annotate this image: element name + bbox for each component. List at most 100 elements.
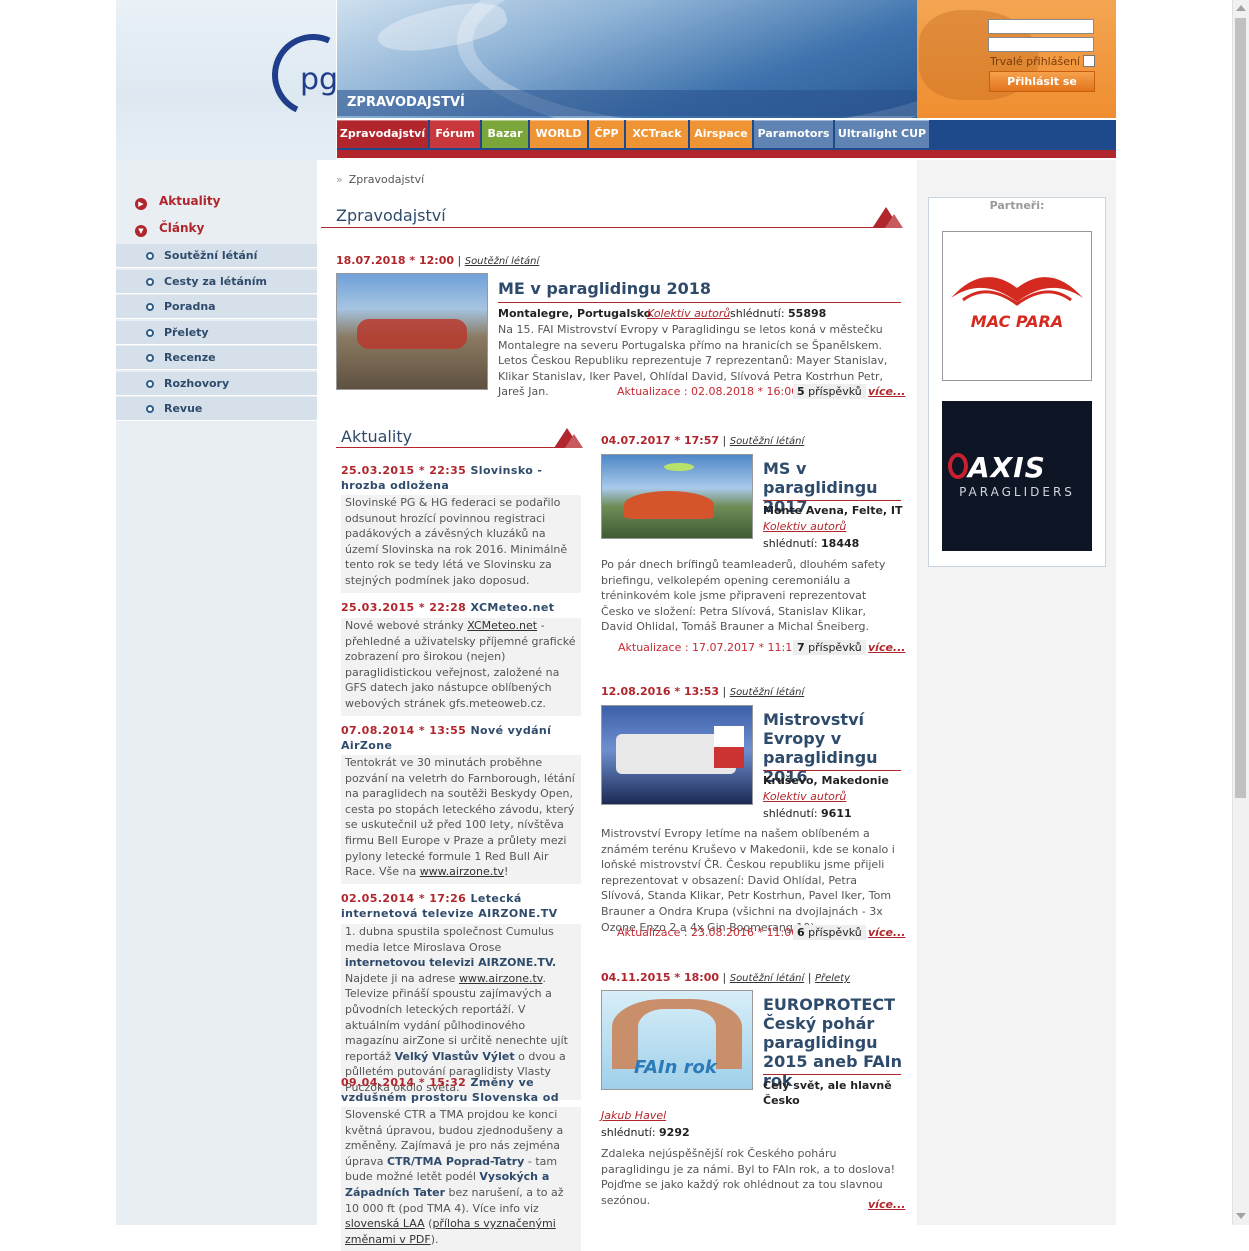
- flying-paraglider-shape: [664, 463, 694, 471]
- page-title: Zpravodajství: [336, 206, 446, 225]
- news-item-text: Tentokrát ve 30 minutách proběhne pozván…: [341, 755, 581, 884]
- article-author-link[interactable]: Jakub Havel: [601, 1109, 666, 1122]
- scrollbar-thumb[interactable]: [1235, 18, 1246, 798]
- featured-meta: 18.07.2018 * 12:00 | Soutěžní létání: [336, 254, 540, 267]
- remember-label: Trvalé přihlášení: [989, 55, 1080, 68]
- article-place: Kruševo, Makedonie: [763, 774, 889, 787]
- title-underline: [321, 227, 901, 228]
- article-image[interactable]: [601, 705, 753, 805]
- article-title-line: [763, 770, 901, 771]
- article-more-link[interactable]: více...: [868, 641, 905, 654]
- article-meta: 12.08.2016 * 13:53 | Soutěžní létání: [601, 685, 805, 698]
- banner-title: ZPRAVODAJSTVÍ: [337, 90, 917, 116]
- news-item-text: Nové webové stránky XCMeteo.net - přehle…: [341, 618, 581, 716]
- password-input[interactable]: [988, 37, 1094, 52]
- bullet-icon: [146, 354, 154, 362]
- article-update: Aktualizace : 23.08.2016 * 11:00: [617, 926, 799, 939]
- article-category-link[interactable]: Přelety: [815, 973, 850, 984]
- tab-zpravodajstvi[interactable]: Zpravodajství: [337, 120, 428, 148]
- news-item-title[interactable]: 25.03.2015 * 22:35 Slovinsko - hrozba od…: [341, 463, 581, 493]
- featured-posts-link[interactable]: 5 příspěvků: [793, 384, 866, 399]
- article-text: Po pár dnech brífingů teamleaderů, dlouh…: [601, 558, 886, 634]
- article-category-link[interactable]: Soutěžní létání: [730, 436, 805, 447]
- breadcrumb-chevron-icon: »: [336, 173, 343, 186]
- article-place: Celý svět, ale hlavně Česko: [763, 1079, 892, 1107]
- xcmeteo-link[interactable]: XCMeteo.net: [467, 619, 537, 632]
- airzone-link[interactable]: www.airzone.tv: [459, 972, 543, 985]
- news-heading-underline: [336, 447, 581, 448]
- featured-views: shlédnutí: 55898: [730, 307, 827, 320]
- tab-bazar[interactable]: Bazar: [482, 120, 528, 148]
- article-place: Monte Avena, Felte, IT: [763, 504, 903, 517]
- sidebar-item-cesty[interactable]: Cesty za létáním: [116, 270, 317, 294]
- article-title-line: [763, 1074, 901, 1075]
- partner-axis-logo[interactable]: AXIS PARAGLIDERS: [942, 401, 1092, 551]
- featured-image[interactable]: [336, 273, 488, 390]
- news-triangle-small-icon: [565, 434, 583, 448]
- czech-flag-shape: [714, 726, 744, 768]
- slovenska-laa-link[interactable]: slovenská LAA: [345, 1217, 425, 1230]
- chevron-down-icon: ▼: [135, 225, 147, 237]
- article-more-link[interactable]: více...: [868, 926, 905, 939]
- featured-category-link[interactable]: Soutěžní létání: [465, 256, 540, 267]
- fain-rok-caption: FAIn rok: [634, 1057, 717, 1078]
- sidebar-item-prelety[interactable]: Přelety: [116, 321, 317, 345]
- bullet-icon: [146, 405, 154, 413]
- logo-area[interactable]: pgweb: [116, 0, 400, 160]
- bullet-icon: [146, 252, 154, 260]
- article-text: Mistrovství Evropy letíme na našem oblíb…: [601, 827, 895, 934]
- article-views: shlédnutí: 18448: [763, 537, 860, 550]
- article-update: Aktualizace : 17.07.2017 * 11:15: [618, 641, 800, 654]
- featured-author-link[interactable]: Kolektiv autorů: [647, 307, 730, 320]
- tab-xctrack[interactable]: XCTrack: [626, 120, 688, 148]
- article-posts-link[interactable]: 7 příspěvků: [793, 640, 866, 655]
- sidebar-item-soutezni-letani[interactable]: Soutěžní létání: [116, 244, 317, 268]
- article-title-line: [763, 500, 901, 501]
- news-item-text: 1. dubna spustila společnost Cumulus med…: [341, 924, 581, 1100]
- tab-ultralight-cup[interactable]: Ultralight CUP: [835, 120, 929, 148]
- sidebar-item-revue[interactable]: Revue: [116, 397, 317, 421]
- article-author-link[interactable]: Kolektiv autorů: [763, 520, 846, 533]
- scroll-up-arrow-icon[interactable]: [1236, 5, 1246, 11]
- article-more-link[interactable]: více...: [868, 1198, 905, 1211]
- article-category-link[interactable]: Soutěžní létání: [730, 687, 805, 698]
- featured-update: Aktualizace : 02.08.2018 * 16:00: [617, 385, 799, 398]
- news-item-title[interactable]: 07.08.2014 * 13:55 Nové vydání AirZone: [341, 723, 581, 753]
- sidebar-item-rozhovory[interactable]: Rozhovory: [116, 372, 317, 396]
- news-item-title[interactable]: 25.03.2015 * 22:28 XCMeteo.net: [341, 600, 581, 615]
- sidebar-item-poradna[interactable]: Poradna: [116, 295, 317, 319]
- tab-paramotors[interactable]: Paramotors: [754, 120, 833, 148]
- article-views: shlédnutí: 9292: [601, 1126, 690, 1139]
- article-category-link[interactable]: Soutěžní létání: [730, 973, 805, 984]
- news-item-title[interactable]: 02.05.2014 * 17:26 Letecká internetová t…: [341, 891, 581, 921]
- sidebar-item-recenze[interactable]: Recenze: [116, 346, 317, 370]
- sidebar-item-aktuality[interactable]: ▶ Aktuality: [135, 194, 220, 210]
- tab-world[interactable]: WORLD: [530, 120, 587, 148]
- airzone-link[interactable]: www.airzone.tv: [420, 865, 504, 878]
- article-title[interactable]: EUROPROTECT Český pohár paraglidingu 201…: [763, 995, 908, 1090]
- article-image[interactable]: [601, 454, 753, 539]
- remember-checkbox[interactable]: [1083, 55, 1095, 67]
- breadcrumb-link[interactable]: Zpravodajství: [349, 173, 424, 186]
- bullet-icon: [146, 303, 154, 311]
- bullet-icon: [146, 380, 154, 388]
- featured-more-link[interactable]: více...: [868, 385, 905, 398]
- article-posts-link[interactable]: 6 příspěvků: [793, 925, 866, 940]
- scroll-down-arrow-icon[interactable]: [1236, 1213, 1246, 1219]
- play-icon: ▶: [135, 198, 147, 210]
- tab-airspace[interactable]: Airspace: [690, 120, 752, 148]
- axis-wordmark: AXIS: [968, 451, 1046, 484]
- partner-macpara-logo[interactable]: MAC PARA: [942, 231, 1092, 381]
- article-author-link[interactable]: Kolektiv autorů: [763, 790, 846, 803]
- team-group-shape: [357, 319, 467, 349]
- tab-cpp[interactable]: ČPP: [589, 120, 624, 148]
- login-button[interactable]: Přihlásit se: [989, 71, 1095, 92]
- username-input[interactable]: [988, 19, 1094, 34]
- article-text: Zdaleka nejúspěšnější rok Českého poháru…: [601, 1147, 896, 1207]
- article-image[interactable]: FAIn rok: [601, 990, 753, 1090]
- sidebar-item-clanky[interactable]: ▼ Články: [135, 221, 204, 237]
- tab-forum[interactable]: Fórum: [430, 120, 480, 148]
- featured-title[interactable]: ME v paraglidingu 2018: [498, 279, 901, 298]
- featured-title-line: [498, 302, 901, 303]
- bullet-icon: [146, 329, 154, 337]
